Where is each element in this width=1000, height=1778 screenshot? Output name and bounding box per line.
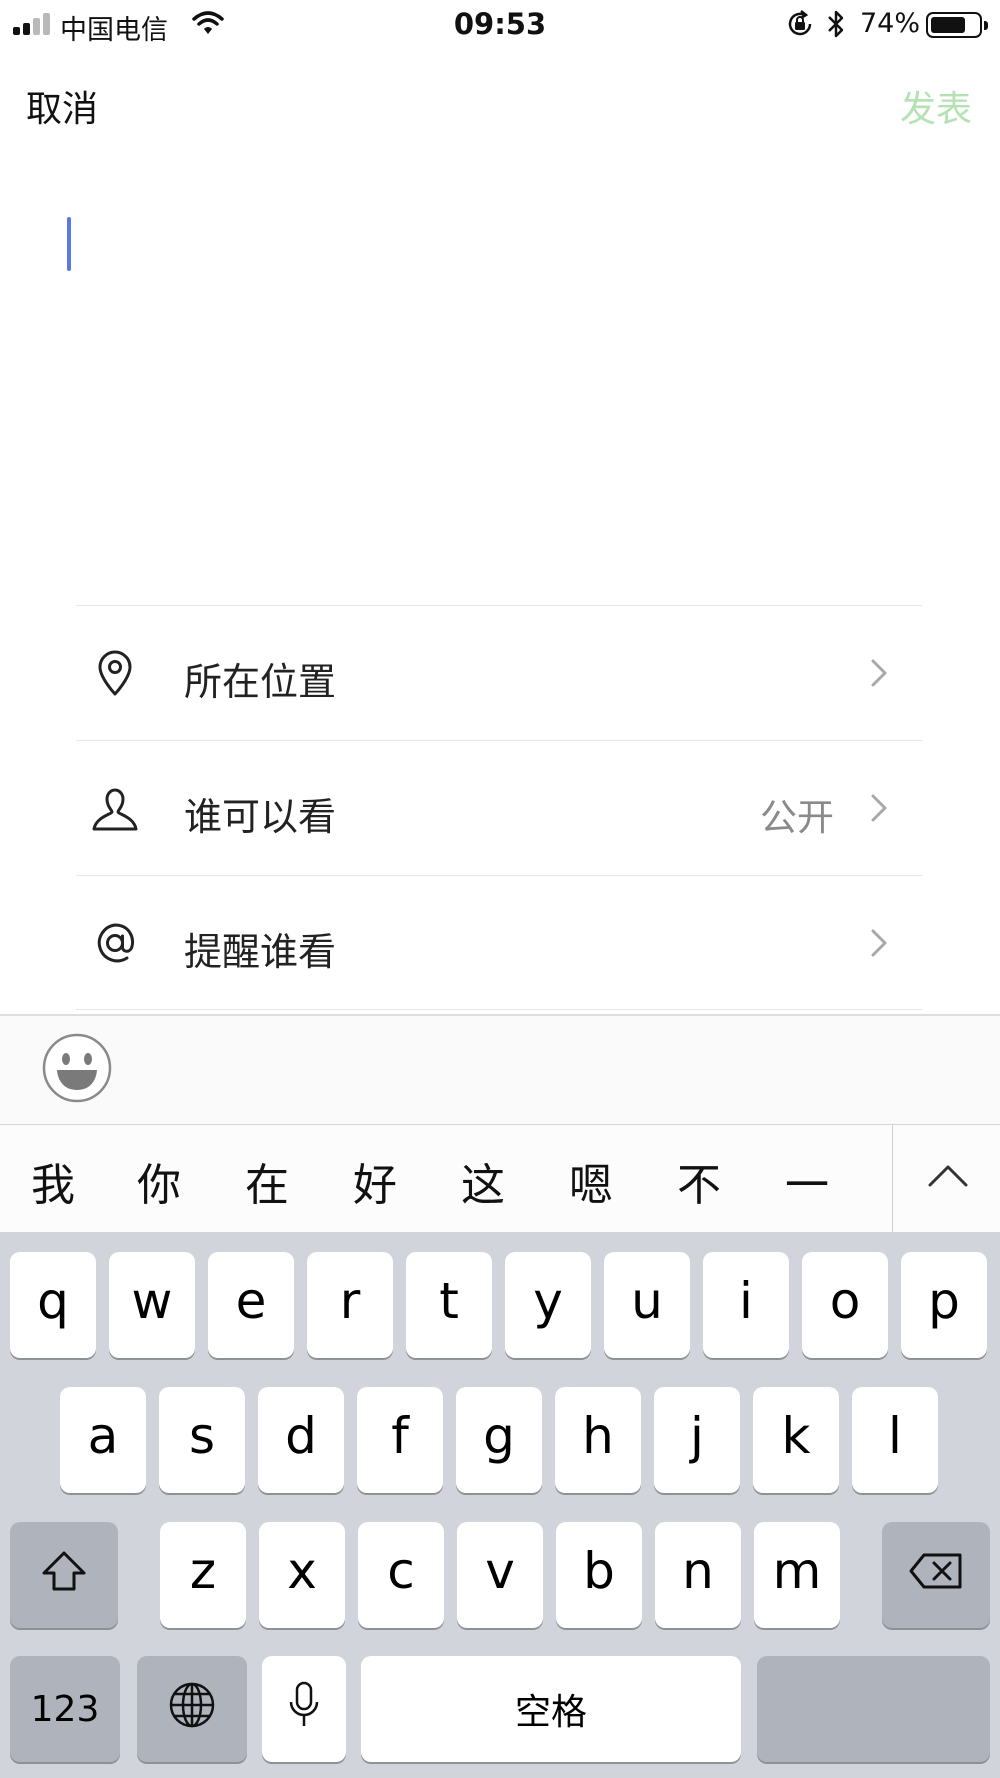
chevron-right-icon — [871, 929, 887, 957]
key-w[interactable]: w — [109, 1252, 195, 1358]
key-i[interactable]: i — [703, 1252, 789, 1358]
candidate-word[interactable]: 好 — [340, 1149, 410, 1213]
key-l[interactable]: l — [852, 1387, 938, 1493]
key-q[interactable]: q — [10, 1252, 96, 1358]
chevron-right-icon — [871, 659, 887, 687]
option-label: 谁可以看 — [184, 795, 337, 839]
person-icon — [92, 788, 138, 831]
key-s[interactable]: s — [159, 1387, 245, 1493]
key-p[interactable]: p — [901, 1252, 987, 1358]
rotation-lock-icon — [788, 10, 812, 36]
key-m[interactable]: m — [754, 1522, 840, 1628]
candidate-word[interactable]: 嗯 — [556, 1149, 626, 1213]
key-g[interactable]: g — [456, 1387, 542, 1493]
candidate-word[interactable]: 我 — [18, 1149, 88, 1213]
backspace-icon — [909, 1553, 962, 1589]
key-j[interactable]: j — [654, 1387, 740, 1493]
candidate-word[interactable]: 你 — [124, 1149, 194, 1213]
location-pin-icon — [98, 650, 132, 696]
post-text-input[interactable] — [0, 150, 1000, 580]
key-z[interactable]: z — [160, 1522, 246, 1628]
key-o[interactable]: o — [802, 1252, 888, 1358]
globe-icon — [169, 1682, 215, 1728]
globe-key[interactable] — [137, 1656, 247, 1762]
shift-key[interactable] — [10, 1522, 118, 1628]
key-h[interactable]: h — [555, 1387, 641, 1493]
chevron-right-icon — [871, 794, 887, 822]
numbers-key[interactable]: 123 — [10, 1656, 120, 1762]
candidate-word[interactable]: 在 — [232, 1149, 302, 1213]
dictation-key[interactable] — [262, 1656, 346, 1762]
candidate-word[interactable]: 不 — [664, 1149, 734, 1213]
key-r[interactable]: r — [307, 1252, 393, 1358]
ime-candidate-bar: 我你在好这嗯不一 — [0, 1124, 1000, 1233]
chevron-up-icon[interactable] — [926, 1161, 970, 1189]
bluetooth-icon — [828, 10, 844, 38]
key-a[interactable]: a — [60, 1387, 146, 1493]
key-f[interactable]: f — [357, 1387, 443, 1493]
option-label: 所在位置 — [184, 660, 337, 704]
cancel-button[interactable]: 取消 — [26, 80, 98, 132]
emoji-smile-icon[interactable] — [42, 1033, 112, 1103]
keyboard: qwertyuiop asdfghjkl zxcvbnm 123 空格 — [0, 1232, 1000, 1778]
key-v[interactable]: v — [457, 1522, 543, 1628]
return-key[interactable] — [757, 1656, 990, 1762]
option-visibility[interactable]: 谁可以看 公开 — [76, 740, 922, 875]
option-location[interactable]: 所在位置 — [76, 605, 922, 740]
post-options-list: 所在位置 谁可以看 公开 提醒谁看 — [76, 605, 922, 1010]
key-n[interactable]: n — [655, 1522, 741, 1628]
battery-icon — [926, 12, 988, 38]
key-y[interactable]: y — [505, 1252, 591, 1358]
text-cursor — [67, 217, 71, 271]
key-k[interactable]: k — [753, 1387, 839, 1493]
candidate-word[interactable]: 这 — [448, 1149, 518, 1213]
battery-percentage: 74% — [860, 8, 921, 39]
key-t[interactable]: t — [406, 1252, 492, 1358]
option-label: 提醒谁看 — [184, 930, 337, 974]
candidate-divider — [892, 1125, 893, 1233]
at-sign-icon — [97, 923, 135, 963]
key-b[interactable]: b — [556, 1522, 642, 1628]
option-mention[interactable]: 提醒谁看 — [76, 875, 922, 1010]
key-d[interactable]: d — [258, 1387, 344, 1493]
space-key[interactable]: 空格 — [361, 1656, 741, 1762]
delete-key[interactable] — [882, 1522, 990, 1628]
publish-button[interactable]: 发表 — [900, 80, 972, 132]
option-value: 公开 — [760, 796, 834, 839]
key-x[interactable]: x — [259, 1522, 345, 1628]
candidate-word[interactable]: 一 — [772, 1149, 842, 1213]
emoji-toolbar — [0, 1014, 1000, 1124]
key-u[interactable]: u — [604, 1252, 690, 1358]
shift-arrow-icon — [42, 1551, 86, 1591]
key-e[interactable]: e — [208, 1252, 294, 1358]
status-time: 09:53 — [453, 7, 547, 41]
status-bar: 中国电信 09:53 74% — [0, 0, 1000, 50]
key-c[interactable]: c — [358, 1522, 444, 1628]
microphone-icon — [289, 1681, 319, 1726]
